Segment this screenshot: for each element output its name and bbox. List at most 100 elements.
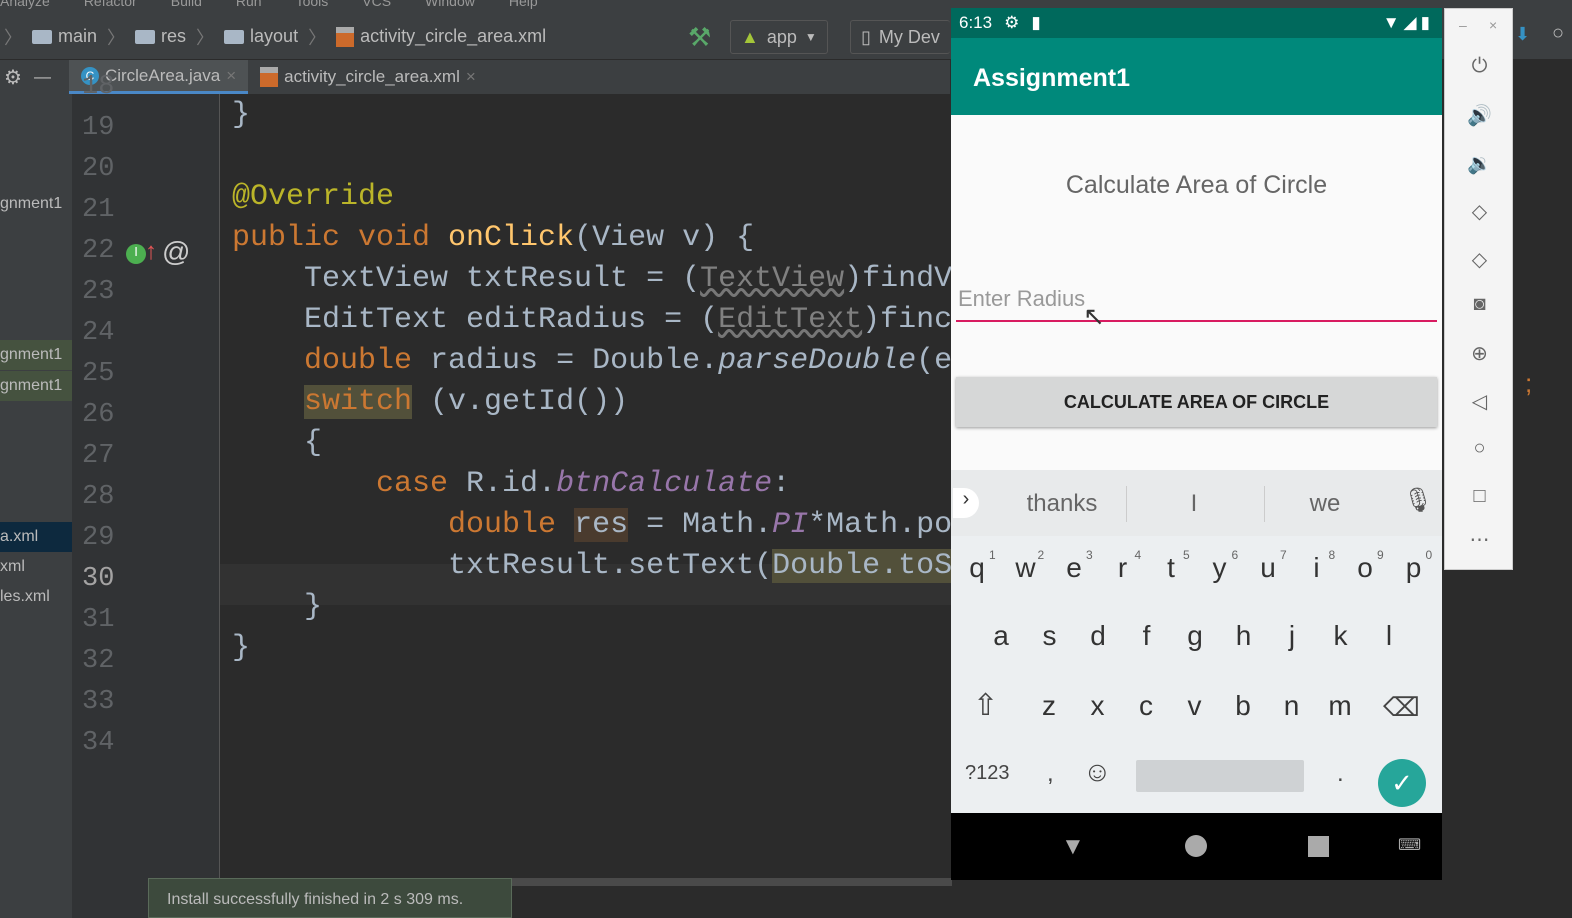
key-a[interactable]: a <box>981 620 1021 652</box>
key-number-hint: 0 <box>1425 548 1433 562</box>
keyboard-icon[interactable]: ⌨ <box>1398 835 1421 855</box>
line-number: 22 <box>82 236 115 266</box>
close-icon[interactable]: × <box>466 67 476 87</box>
xml-file-icon <box>260 67 279 87</box>
key-z[interactable]: z <box>1029 690 1069 722</box>
project-item[interactable]: gnment1 <box>0 189 72 219</box>
done-check-icon[interactable]: ✓ <box>1378 759 1426 807</box>
key-d[interactable]: d <box>1078 620 1118 652</box>
horizontal-scrollbar[interactable] <box>512 878 952 886</box>
code-editor[interactable]: btnCalculate.setOnClickListener(this} @Ov… <box>220 94 951 884</box>
menu-item[interactable]: Window <box>425 0 475 9</box>
key-j[interactable]: j <box>1272 620 1312 652</box>
sdk-manager-icon[interactable]: ⬇ <box>1515 24 1530 45</box>
period-key[interactable]: . <box>1337 760 1344 788</box>
space-key[interactable] <box>1136 760 1304 792</box>
key-s[interactable]: s <box>1030 620 1070 652</box>
menu-item[interactable]: Analyze <box>0 0 50 9</box>
emoji-icon[interactable]: ☺ <box>1083 756 1112 788</box>
override-at-icon[interactable]: @ <box>162 236 190 268</box>
key-c[interactable]: c <box>1126 690 1166 722</box>
menu-item[interactable]: Refactor <box>84 0 137 9</box>
zoom-icon[interactable]: ⊕ <box>1445 341 1514 366</box>
recents-icon[interactable] <box>1308 836 1329 857</box>
line-number: 32 <box>82 646 115 676</box>
radius-input[interactable]: Enter Radius <box>956 286 1437 322</box>
mouse-cursor-icon: ↖ <box>1083 301 1105 331</box>
menu-item[interactable]: Run <box>236 0 262 9</box>
project-item-selected[interactable]: a.xml <box>0 522 72 552</box>
run-config-dropdown[interactable]: ▲ app ▼ <box>730 20 828 54</box>
volume-up-icon[interactable]: 🔊 <box>1445 103 1514 128</box>
key-f[interactable]: f <box>1127 620 1167 652</box>
line-number: 30 <box>82 564 115 594</box>
device-dropdown[interactable]: ▯ My Dev <box>850 20 950 54</box>
code-line: txtResult.setText(Double.toS <box>232 546 951 587</box>
code-token: public void <box>232 221 449 255</box>
key-number-hint: 7 <box>1280 548 1287 562</box>
code-line: double res = Math.PI*Math.po <box>232 505 951 546</box>
comma-key[interactable]: , <box>1047 760 1054 788</box>
back-icon[interactable]: ▼ <box>1061 833 1085 861</box>
breadcrumb-main[interactable]: main <box>32 26 97 47</box>
menu-item[interactable]: VCS <box>362 0 391 9</box>
menu-item[interactable]: Tools <box>296 0 329 9</box>
key-g[interactable]: g <box>1175 620 1215 652</box>
rotate-left-icon[interactable]: ◇ <box>1445 199 1514 224</box>
minimize-icon[interactable]: – <box>1459 17 1467 33</box>
gear-icon[interactable]: ⚙ <box>4 65 22 90</box>
tab-label: activity_circle_area.xml <box>284 67 460 86</box>
close-icon[interactable]: × <box>1489 17 1497 33</box>
backspace-icon[interactable]: ⌫ <box>1383 692 1420 723</box>
key-h[interactable]: h <box>1224 620 1264 652</box>
project-item[interactable]: gnment1 <box>0 371 72 401</box>
project-item[interactable]: xml <box>0 552 72 582</box>
collapse-icon[interactable]: — <box>34 67 51 87</box>
key-b[interactable]: b <box>1223 690 1263 722</box>
key-x[interactable]: x <box>1078 690 1118 722</box>
project-item[interactable]: gnment1 <box>0 340 72 370</box>
menu-item[interactable]: Help <box>509 0 538 9</box>
overview-icon[interactable]: □ <box>1445 485 1514 508</box>
code-token: parseDouble <box>718 344 917 378</box>
key-l[interactable]: l <box>1369 620 1409 652</box>
chevron-right-icon[interactable]: › <box>953 488 979 518</box>
power-icon[interactable]: ⏻ <box>1445 55 1514 78</box>
key-m[interactable]: m <box>1320 690 1360 722</box>
menu-item[interactable]: Build <box>171 0 202 9</box>
symbols-key[interactable]: ?123 <box>965 762 1010 785</box>
home-icon[interactable]: ○ <box>1445 437 1514 460</box>
close-icon[interactable]: × <box>226 66 236 86</box>
project-panel: gnment1 gnment1 gnment1 a.xml xml les.xm… <box>0 94 72 918</box>
microphone-icon[interactable]: 🎙 <box>1403 486 1433 515</box>
line-number: 25 <box>82 359 115 389</box>
shift-icon[interactable]: ⇧ <box>973 688 998 723</box>
suggestion[interactable]: thanks <box>1002 490 1122 518</box>
code-line: } <box>232 95 250 136</box>
code-line: { <box>232 423 322 464</box>
key-n[interactable]: n <box>1272 690 1312 722</box>
back-icon[interactable]: ◁ <box>1445 389 1514 414</box>
breadcrumb-file[interactable]: activity_circle_area.xml <box>336 26 546 47</box>
breadcrumb-layout[interactable]: layout <box>224 26 298 47</box>
build-hammer-icon[interactable]: ⚒ <box>688 22 711 53</box>
key-k[interactable]: k <box>1321 620 1361 652</box>
more-icon[interactable]: ⋯ <box>1445 527 1514 552</box>
calculate-button[interactable]: CALCULATE AREA OF CIRCLE <box>956 377 1437 427</box>
rotate-right-icon[interactable]: ◇ <box>1445 247 1514 272</box>
search-icon[interactable]: ○ <box>1552 22 1564 45</box>
home-icon[interactable] <box>1185 835 1207 857</box>
code-line: switch (v.getId()) <box>232 382 628 423</box>
key-v[interactable]: v <box>1175 690 1215 722</box>
code-token: TextView <box>700 262 845 296</box>
line-number: 20 <box>82 154 115 184</box>
project-item[interactable]: les.xml <box>0 582 72 612</box>
suggestion[interactable]: we <box>1265 490 1385 518</box>
breadcrumb-res[interactable]: res <box>135 26 186 47</box>
volume-down-icon[interactable]: 🔉 <box>1445 151 1514 176</box>
key-number-hint: 8 <box>1328 548 1336 562</box>
suggestion[interactable]: I <box>1134 490 1254 518</box>
implements-marker-icon[interactable]: I <box>126 244 146 264</box>
tab-activity-xml[interactable]: activity_circle_area.xml × <box>248 60 488 94</box>
camera-icon[interactable]: ◙ <box>1445 293 1514 316</box>
